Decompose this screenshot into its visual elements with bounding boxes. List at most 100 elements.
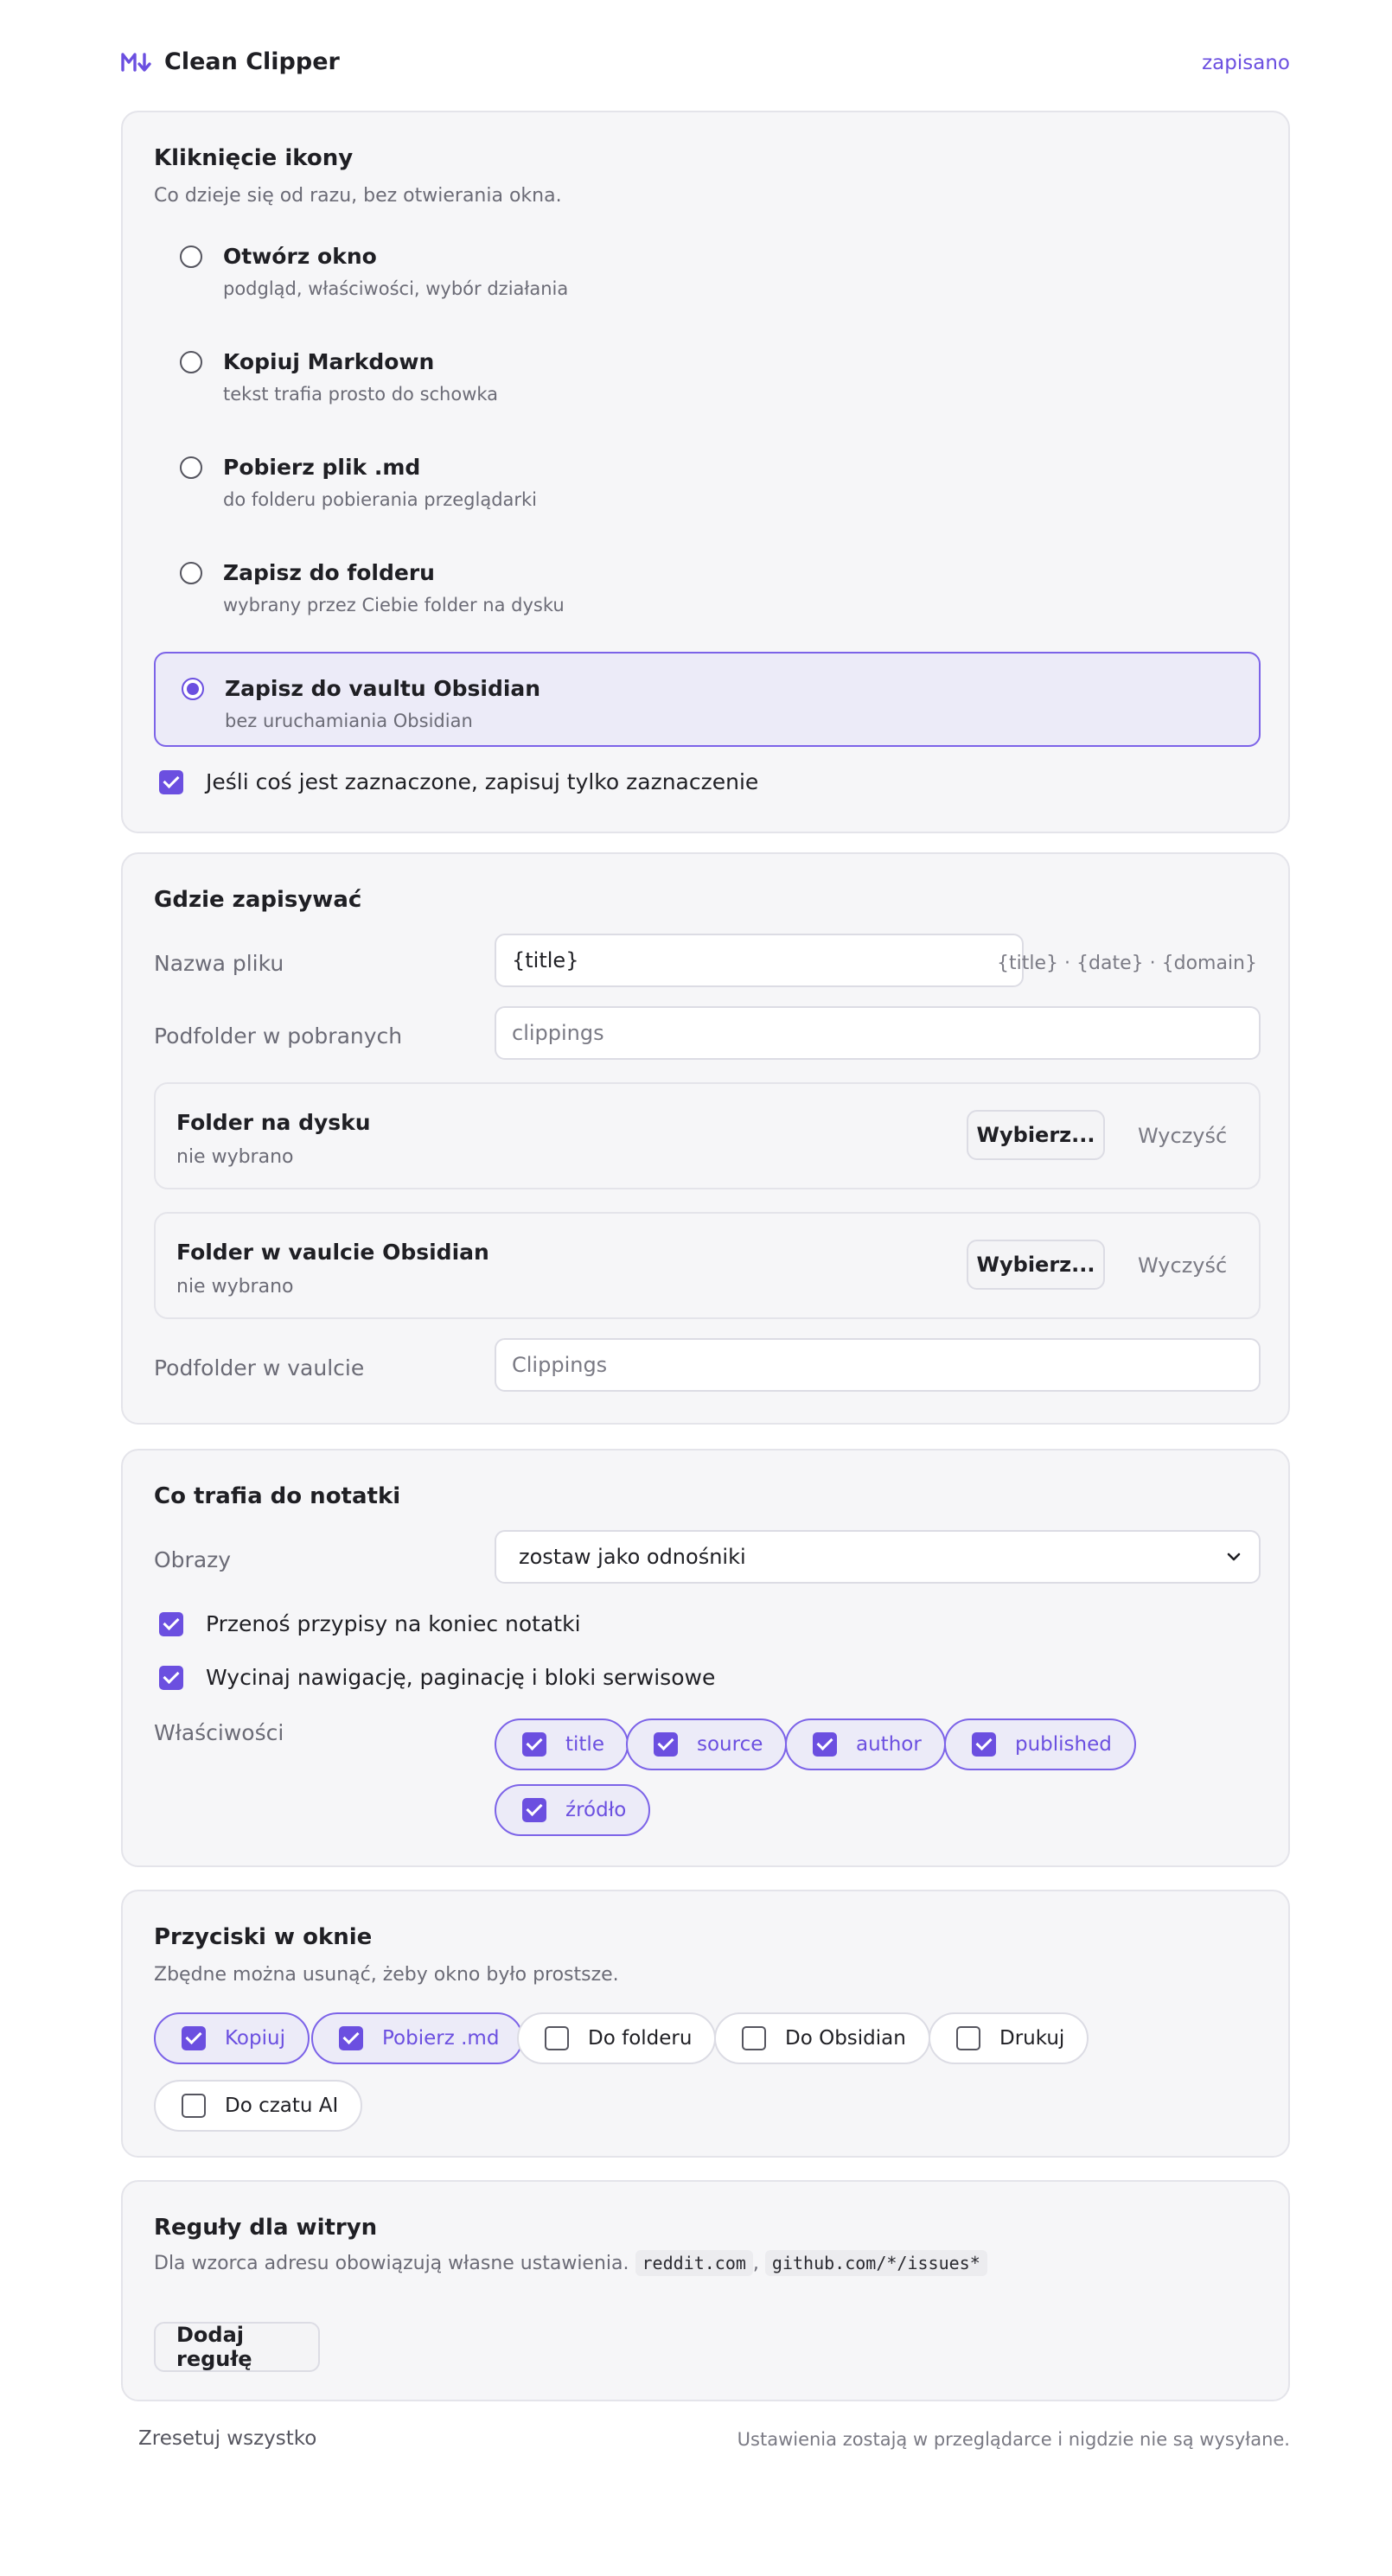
checkbox-checked-icon[interactable] xyxy=(159,769,183,794)
add-rule-button[interactable]: Dodaj regułę xyxy=(154,2322,320,2372)
radio-label: Kopiuj Markdown xyxy=(223,349,435,374)
checkbox-checked-icon[interactable] xyxy=(159,1665,183,1690)
vault-subfolder-input[interactable]: Clippings xyxy=(495,1338,1261,1392)
radio-sub: do folderu pobierania przeglądarki xyxy=(223,489,538,510)
checkbox-label: Wycinaj nawigację, paginację i bloki ser… xyxy=(206,1665,716,1690)
section-description: Dla wzorca adresu obowiązują własne usta… xyxy=(154,2250,987,2276)
section-title: Co trafia do notatki xyxy=(154,1483,401,1509)
section-title: Przyciski w oknie xyxy=(154,1924,373,1950)
privacy-note: Ustawienia zostają w przeglądarce i nigd… xyxy=(737,2429,1290,2450)
button-toggle-ai-chat[interactable]: Do czatu AI xyxy=(154,2080,363,2132)
radio-icon[interactable] xyxy=(180,245,202,268)
checkbox-unchecked-icon[interactable] xyxy=(956,2026,980,2050)
disk-folder-box: Folder na dysku nie wybrano Wybierz... W… xyxy=(154,1082,1261,1189)
checkbox-checked-icon[interactable] xyxy=(813,1732,837,1757)
images-label: Obrazy xyxy=(154,1547,232,1572)
button-toggle-print[interactable]: Drukuj xyxy=(929,2012,1089,2064)
filename-hint: {title} · {date} · {domain} xyxy=(997,953,1257,974)
checkbox-checked-icon[interactable] xyxy=(522,1798,546,1822)
radio-save-folder[interactable]: Zapisz do folderu wybrany przez Ciebie f… xyxy=(154,538,1261,633)
section-description: Zbędne można usunąć, żeby okno było pros… xyxy=(154,1964,619,1986)
button-toggle-download[interactable]: Pobierz .md xyxy=(311,2012,524,2064)
header: Clean Clipper zapisano xyxy=(121,0,1290,112)
property-pill-zrodlo[interactable]: źródło xyxy=(495,1784,651,1836)
window-buttons-section: Przyciski w oknie Zbędne można usunąć, ż… xyxy=(121,1890,1290,2158)
pill-label: published xyxy=(1015,1733,1112,1756)
pill-label: Do folderu xyxy=(588,2027,693,2050)
radio-sub: tekst trafia prosto do schowka xyxy=(223,384,499,405)
radio-label: Otwórz okno xyxy=(223,244,377,269)
vault-folder-status: nie wybrano xyxy=(176,1276,294,1298)
properties-label: Właściwości xyxy=(154,1720,284,1745)
selection-only-checkbox[interactable]: Jeśli coś jest zaznaczone, zapisuj tylko… xyxy=(159,769,758,794)
pill-label: title xyxy=(565,1733,604,1756)
radio-icon[interactable] xyxy=(180,562,202,584)
choose-vault-folder-button[interactable]: Wybierz... xyxy=(967,1240,1105,1290)
filename-input[interactable]: {title} xyxy=(495,934,1024,987)
reset-all-button[interactable]: Zresetuj wszystko xyxy=(138,2427,316,2450)
section-title: Kliknięcie ikony xyxy=(154,145,354,171)
button-toggle-copy[interactable]: Kopiuj xyxy=(154,2012,310,2064)
icon-click-section: Kliknięcie ikony Co dzieje się od razu, … xyxy=(121,111,1290,833)
pill-label: author xyxy=(856,1733,922,1756)
radio-save-obsidian[interactable]: Zapisz do vaultu Obsidian bez uruchamian… xyxy=(154,652,1261,747)
markdown-logo-icon xyxy=(121,52,152,73)
checkbox-checked-icon[interactable] xyxy=(654,1732,678,1757)
pill-label: Drukuj xyxy=(999,2027,1065,2050)
checkbox-checked-icon[interactable] xyxy=(182,2026,206,2050)
strip-navigation-checkbox[interactable]: Wycinaj nawigację, paginację i bloki ser… xyxy=(159,1665,715,1690)
property-pill-author[interactable]: author xyxy=(785,1718,946,1770)
radio-sub: wybrany przez Ciebie folder na dysku xyxy=(223,595,565,615)
pill-label: Do czatu AI xyxy=(225,2095,339,2117)
pill-label: Kopiuj xyxy=(225,2027,285,2050)
radio-label: Zapisz do folderu xyxy=(223,560,435,585)
clear-vault-folder-button[interactable]: Wyczyść xyxy=(1138,1253,1227,1278)
radio-copy-markdown[interactable]: Kopiuj Markdown tekst trafia prosto do s… xyxy=(154,327,1261,422)
property-pill-published[interactable]: published xyxy=(944,1718,1136,1770)
disk-folder-title: Folder na dysku xyxy=(176,1110,371,1135)
disk-folder-status: nie wybrano xyxy=(176,1146,294,1168)
pill-label: Pobierz .md xyxy=(382,2027,500,2050)
save-location-section: Gdzie zapisywać Nazwa pliku {title} {tit… xyxy=(121,852,1290,1425)
download-subfolder-input[interactable]: clippings xyxy=(495,1006,1261,1060)
checkbox-checked-icon[interactable] xyxy=(339,2026,363,2050)
radio-download-md[interactable]: Pobierz plik .md do folderu pobierania p… xyxy=(154,432,1261,527)
checkbox-label: Przenoś przypisy na koniec notatki xyxy=(206,1611,581,1636)
radio-open-window[interactable]: Otwórz okno podgląd, właściwości, wybór … xyxy=(154,221,1261,316)
checkbox-checked-icon[interactable] xyxy=(972,1732,996,1757)
checkbox-unchecked-icon[interactable] xyxy=(545,2026,569,2050)
radio-label: Pobierz plik .md xyxy=(223,455,421,480)
images-select[interactable]: zostaw jako odnośniki xyxy=(495,1530,1261,1584)
rules-description-text: Dla wzorca adresu obowiązują własne usta… xyxy=(154,2253,629,2274)
save-status: zapisano xyxy=(1202,52,1290,74)
checkbox-checked-icon[interactable] xyxy=(159,1611,183,1636)
rule-example-github: github.com/*/issues* xyxy=(764,2250,987,2276)
property-pill-source[interactable]: source xyxy=(626,1718,788,1770)
radio-selected-icon[interactable] xyxy=(182,678,204,700)
checkbox-unchecked-icon[interactable] xyxy=(182,2094,206,2118)
app-name: Clean Clipper xyxy=(164,48,340,75)
vault-folder-title: Folder w vaulcie Obsidian xyxy=(176,1240,489,1265)
site-rules-section: Reguły dla witryn Dla wzorca adresu obow… xyxy=(121,2180,1290,2401)
checkbox-unchecked-icon[interactable] xyxy=(742,2026,766,2050)
filename-label: Nazwa pliku xyxy=(154,951,284,976)
button-toggle-obsidian[interactable]: Do Obsidian xyxy=(714,2012,930,2064)
note-content-section: Co trafia do notatki Obrazy zostaw jako … xyxy=(121,1449,1290,1867)
checkbox-checked-icon[interactable] xyxy=(522,1732,546,1757)
section-title: Reguły dla witryn xyxy=(154,2215,378,2241)
pill-label: źródło xyxy=(565,1799,627,1821)
radio-sub: podgląd, właściwości, wybór działania xyxy=(223,278,569,299)
vault-folder-box: Folder w vaulcie Obsidian nie wybrano Wy… xyxy=(154,1212,1261,1319)
choose-disk-folder-button[interactable]: Wybierz... xyxy=(967,1110,1105,1160)
pill-label: Do Obsidian xyxy=(785,2027,906,2050)
rule-example-reddit: reddit.com xyxy=(635,2250,753,2276)
radio-icon[interactable] xyxy=(180,351,202,373)
radio-icon[interactable] xyxy=(180,456,202,479)
footnotes-checkbox[interactable]: Przenoś przypisy na koniec notatki xyxy=(159,1611,581,1636)
property-pill-title[interactable]: title xyxy=(495,1718,629,1770)
settings-page: Clean Clipper zapisano Kliknięcie ikony … xyxy=(121,0,1290,2450)
section-description: Co dzieje się od razu, bez otwierania ok… xyxy=(154,185,562,207)
images-select-value: zostaw jako odnośniki xyxy=(519,1545,746,1569)
clear-disk-folder-button[interactable]: Wyczyść xyxy=(1138,1124,1227,1148)
button-toggle-folder[interactable]: Do folderu xyxy=(517,2012,717,2064)
